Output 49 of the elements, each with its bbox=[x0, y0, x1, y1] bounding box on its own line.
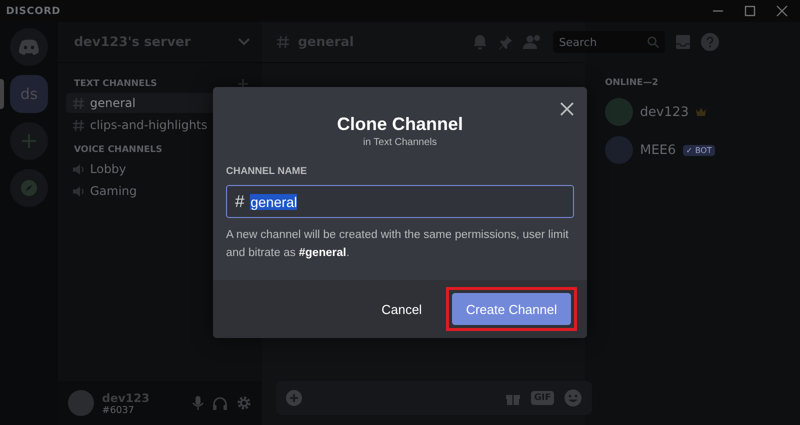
app-title: DISCORD bbox=[6, 6, 61, 16]
dialog-description: A new channel will be created with the same permissions, user limit and bitrate as #general. bbox=[226, 228, 570, 261]
plus-icon[interactable] bbox=[238, 79, 248, 89]
bot-badge: ✓ BOT bbox=[682, 144, 715, 156]
channel-item[interactable]: clips-and-highlights bbox=[66, 115, 254, 135]
home-button[interactable] bbox=[10, 28, 48, 66]
bell-icon[interactable] bbox=[473, 34, 487, 50]
inbox-icon[interactable] bbox=[675, 34, 691, 50]
member-avatar bbox=[605, 98, 633, 126]
create-channel-button[interactable]: Create Channel bbox=[452, 293, 571, 325]
hash-icon bbox=[72, 118, 85, 132]
controller-logo-icon bbox=[18, 39, 40, 55]
close-icon[interactable] bbox=[560, 102, 574, 116]
plus-icon bbox=[21, 133, 37, 149]
compass-icon bbox=[20, 179, 38, 197]
dialog-title: Clone Channel bbox=[336, 114, 463, 135]
field-label: CHANNEL NAME bbox=[226, 166, 308, 177]
chevron-down-icon[interactable] bbox=[238, 38, 250, 46]
emoji-icon[interactable] bbox=[564, 389, 582, 407]
cancel-button[interactable]: Cancel bbox=[371, 294, 432, 324]
add-server-button[interactable] bbox=[10, 122, 48, 160]
search-field[interactable]: Search bbox=[553, 31, 665, 53]
hash-prefix: # bbox=[235, 192, 244, 212]
settings-icon[interactable] bbox=[236, 395, 252, 411]
pin-icon[interactable] bbox=[497, 34, 513, 50]
hash-icon bbox=[72, 96, 85, 110]
speaker-icon bbox=[72, 184, 85, 198]
category-title[interactable]: VOICE CHANNELS bbox=[74, 145, 162, 155]
headphones-icon[interactable] bbox=[212, 396, 228, 410]
online-count-header: ONLINE—2 bbox=[605, 78, 660, 88]
member-item[interactable]: dev123 bbox=[605, 98, 784, 126]
dialog-subtitle: in Text Channels bbox=[363, 137, 437, 148]
user-avatar[interactable] bbox=[68, 390, 94, 416]
speaker-icon bbox=[72, 162, 85, 176]
add-attachment-icon[interactable] bbox=[286, 390, 302, 406]
channel-name-value: general bbox=[250, 194, 298, 210]
user-tag: #6037 bbox=[102, 404, 184, 416]
maximize-icon[interactable] bbox=[744, 5, 756, 17]
close-icon[interactable] bbox=[776, 5, 788, 17]
hash-icon bbox=[276, 35, 290, 49]
member-avatar bbox=[605, 136, 633, 164]
category-title[interactable]: TEXT CHANNELS bbox=[74, 79, 158, 89]
microphone-icon[interactable] bbox=[192, 395, 204, 411]
members-icon[interactable] bbox=[523, 34, 543, 50]
channel-name-field[interactable]: # general bbox=[226, 185, 574, 218]
help-icon[interactable] bbox=[701, 33, 719, 51]
search-icon bbox=[647, 36, 659, 48]
member-item[interactable]: MEE6 ✓ BOT bbox=[605, 136, 784, 164]
explore-button[interactable] bbox=[10, 169, 48, 207]
